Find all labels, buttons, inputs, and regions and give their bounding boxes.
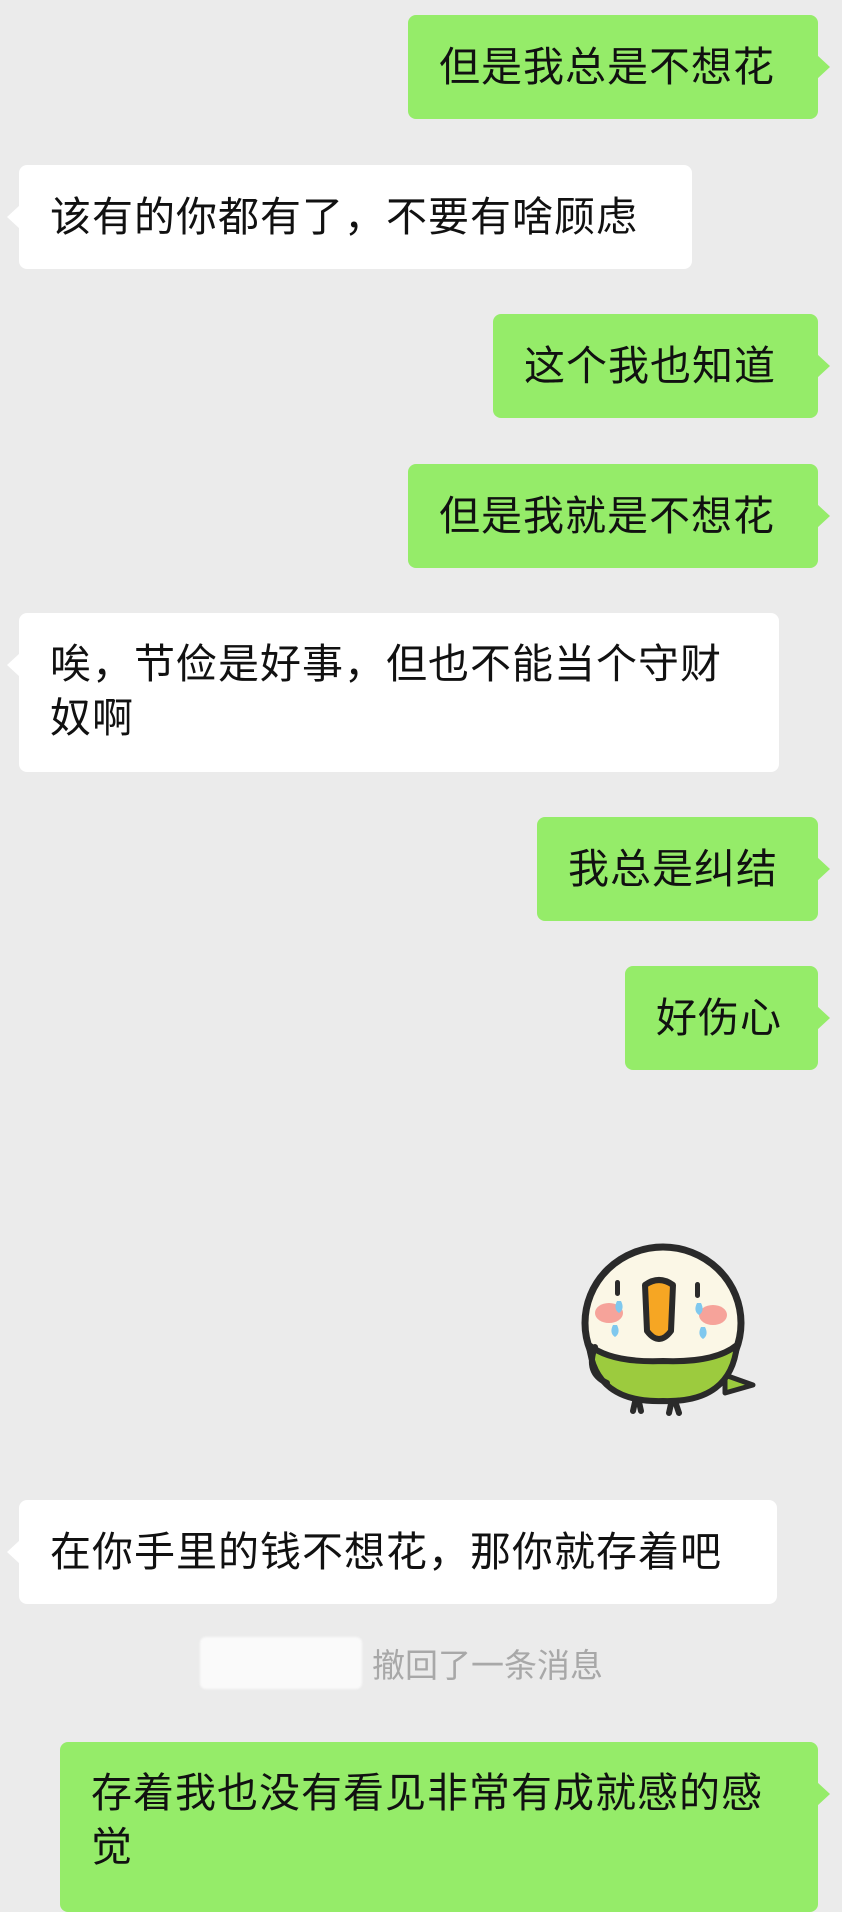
message-text-line: 存着我也没有看见非常有成就感的感: [91, 1769, 763, 1817]
message-bubble-received[interactable]: 在你手里的钱不想花，那你就存着吧: [7, 1500, 777, 1604]
message-bubble-received[interactable]: 该有的你都有了，不要有啥顾虑: [7, 165, 692, 269]
message-text: 这个我也知道: [524, 342, 776, 390]
message-text-line: 唉，节俭是好事，但也不能当个守财: [50, 640, 722, 688]
message-text: 好伤心: [656, 994, 782, 1042]
message-text: 该有的你都有了，不要有啥顾虑: [50, 193, 638, 241]
message-bubble-sent[interactable]: 我总是纠结: [537, 817, 830, 921]
message-text: 我总是纠结: [568, 845, 778, 893]
recall-notice: 撤回了一条消息: [200, 1636, 640, 1690]
recall-notice-text: 撤回了一条消息: [372, 1646, 603, 1685]
message-bubble-sent[interactable]: 存着我也没有看见非常有成就感的感 觉: [60, 1742, 830, 1912]
message-bubble-sent[interactable]: 这个我也知道: [493, 314, 830, 418]
message-text: 在你手里的钱不想花，那你就存着吧: [50, 1528, 722, 1576]
message-bubble-received[interactable]: 唉，节俭是好事，但也不能当个守财 奴啊: [7, 613, 779, 772]
message-bubble-sent[interactable]: 但是我就是不想花: [408, 464, 830, 568]
message-text-line: 奴啊: [50, 694, 134, 742]
message-text: 但是我就是不想花: [439, 492, 775, 540]
crying-parrot-sticker[interactable]: [575, 1235, 765, 1420]
message-bubble-sent[interactable]: 但是我总是不想花: [408, 15, 830, 119]
message-text: 但是我总是不想花: [439, 43, 775, 91]
message-bubble-sent[interactable]: 好伤心: [625, 966, 830, 1070]
crying-parrot-icon: [581, 1243, 756, 1416]
redacted-username: [200, 1637, 362, 1689]
message-text-line: 觉: [91, 1823, 133, 1871]
